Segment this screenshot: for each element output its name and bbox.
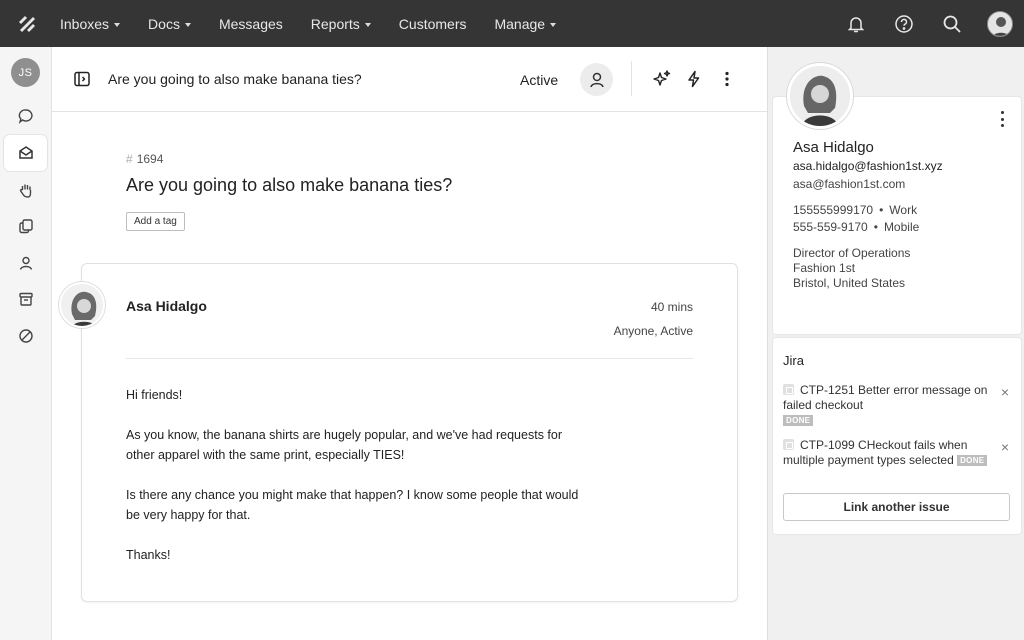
customer-email-primary[interactable]: asa.hidalgo@fashion1st.xyz (793, 159, 943, 173)
toggle-sidebar-icon[interactable] (72, 69, 92, 89)
customer-company: Fashion 1st (793, 261, 856, 275)
customer-sidebar: Asa Hidalgo asa.hidalgo@fashion1st.xyz a… (767, 47, 1024, 640)
jira-issue-text: CTP-1099 CHeckout fails when multiple pa… (783, 438, 968, 467)
message-paragraph: Is there any chance you might make that … (126, 488, 579, 522)
customer-phone-mobile[interactable]: 555-559-9170 • Mobile (793, 220, 919, 234)
conversation-number: #1694 (126, 152, 163, 166)
nav-messages-label: Messages (218, 15, 283, 32)
customer-phone-work[interactable]: 155555999170 • Work (793, 203, 917, 217)
left-rail: JS (0, 47, 52, 640)
phone-number: 155555999170 (793, 203, 874, 217)
caret-down-icon (550, 22, 557, 27)
customer-details: Director of Operations Fashion 1st Brist… (793, 246, 910, 291)
more-options-icon[interactable] (717, 69, 737, 89)
help-icon[interactable] (880, 0, 928, 47)
customer-name: Asa Hidalgo (793, 139, 874, 156)
conversation-subject: Are you going to also make banana ties? (126, 175, 453, 195)
nav-docs-label: Docs (148, 15, 180, 32)
conversation-number-value: 1694 (136, 152, 164, 166)
customer-job-title: Director of Operations (793, 246, 911, 260)
caret-down-icon (114, 22, 121, 27)
conversation-title: Are you going to also make banana ties? (108, 71, 362, 87)
rail-user-avatar[interactable]: JS (11, 58, 40, 87)
more-options-icon[interactable] (997, 111, 1007, 127)
message-status: Anyone, Active (613, 324, 693, 338)
customer-profile-card: Asa Hidalgo asa.hidalgo@fashion1st.xyz a… (773, 63, 1021, 334)
nav-reports[interactable]: Reports (297, 0, 385, 47)
message-time: 40 mins (650, 300, 693, 314)
customer-location: Bristol, United States (793, 276, 906, 290)
ai-sparkle-icon[interactable] (652, 69, 672, 89)
caret-down-icon (364, 22, 371, 27)
customer-email-secondary[interactable]: asa@fashion1st.com (793, 177, 905, 191)
message-paragraph: As you know, the banana shirts are hugel… (126, 428, 562, 462)
conversation-pane: #1694 Are you going to also make banana … (52, 112, 767, 640)
phone-type: Mobile (883, 220, 920, 234)
jira-title: Jira (783, 353, 804, 368)
jira-card: Jira CTP-1251 Better error message on fa… (773, 338, 1021, 534)
nav-messages[interactable]: Messages (205, 0, 297, 47)
archive-icon[interactable] (4, 281, 47, 317)
message-author: Asa Hidalgo (126, 298, 207, 314)
status-dropdown[interactable]: Active (520, 72, 558, 88)
message-paragraph: Hi friends! (126, 388, 183, 402)
jira-issue-text: CTP-1251 Better error message on failed … (783, 383, 988, 412)
status-badge: DONE (783, 415, 814, 426)
customer-avatar[interactable] (59, 282, 105, 328)
status-badge: DONE (957, 455, 988, 466)
block-icon[interactable] (4, 318, 47, 354)
jira-issue[interactable]: CTP-1251 Better error message on failed … (783, 383, 988, 428)
jira-issue-icon (783, 439, 794, 450)
inbox-icon[interactable] (4, 135, 47, 171)
divider (631, 61, 632, 96)
chat-icon[interactable] (4, 98, 47, 134)
bell-icon[interactable] (832, 0, 880, 47)
message-thread-item: Asa Hidalgo 40 mins Anyone, Active Hi fr… (59, 263, 738, 602)
person-icon (589, 72, 604, 87)
docs-icon[interactable] (4, 208, 47, 244)
nav-right (832, 0, 1024, 47)
top-nav: Inboxes Docs Messages Reports Customers … (0, 0, 1024, 47)
remove-issue-icon[interactable]: × (1001, 440, 1009, 454)
remove-issue-icon[interactable]: × (1001, 385, 1009, 399)
lightning-icon[interactable] (684, 69, 704, 89)
customer-avatar[interactable] (787, 63, 853, 129)
avatar (987, 10, 1013, 37)
user-avatar[interactable] (976, 0, 1024, 47)
hash-label: # (126, 152, 133, 166)
separator: • (873, 220, 878, 234)
message-body: Hi friends! As you know, the banana shir… (126, 385, 586, 585)
assignee-button[interactable] (580, 63, 613, 96)
search-icon[interactable] (928, 0, 976, 47)
nav-manage-label: Manage (494, 15, 546, 32)
message-paragraph: Thanks! (126, 548, 171, 562)
add-tag-button[interactable]: Add a tag (126, 212, 185, 231)
jira-issue[interactable]: CTP-1099 CHeckout fails when multiple pa… (783, 438, 988, 468)
nav-inboxes[interactable]: Inboxes (54, 0, 134, 47)
hand-icon[interactable] (4, 172, 47, 208)
jira-issue-icon (783, 384, 794, 395)
caret-down-icon (184, 22, 191, 27)
separator: • (879, 203, 884, 217)
nav-reports-label: Reports (310, 15, 360, 32)
nav-docs[interactable]: Docs (134, 0, 205, 47)
person-icon[interactable] (4, 245, 47, 281)
nav-customers[interactable]: Customers (385, 0, 481, 47)
phone-number: 555-559-9170 (793, 220, 868, 234)
nav-menu: Inboxes Docs Messages Reports Customers … (54, 0, 570, 47)
helpscout-logo-icon[interactable] (0, 0, 54, 47)
divider (126, 358, 693, 359)
nav-customers-label: Customers (398, 15, 467, 32)
nav-manage[interactable]: Manage (480, 0, 570, 47)
conversation-header: Are you going to also make banana ties? … (52, 47, 767, 112)
nav-inboxes-label: Inboxes (60, 15, 110, 32)
link-another-issue-button[interactable]: Link another issue (783, 493, 1010, 521)
phone-type: Work (889, 203, 918, 217)
